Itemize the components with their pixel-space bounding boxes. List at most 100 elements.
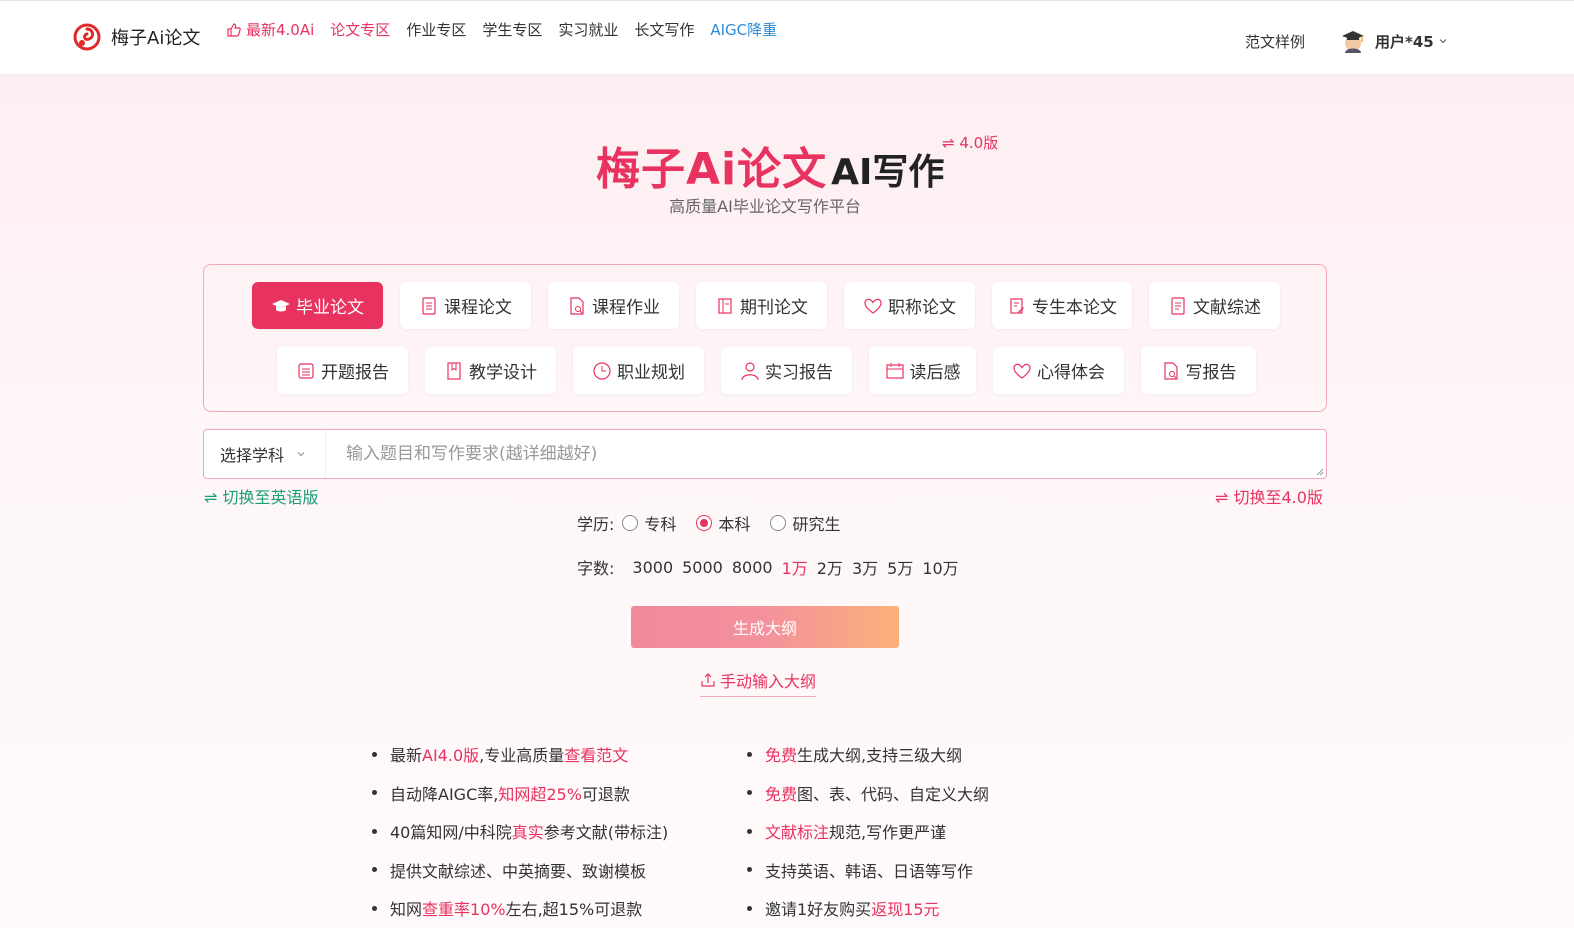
upload-icon bbox=[701, 673, 715, 687]
word-count-option[interactable]: 3000 bbox=[632, 558, 673, 577]
education-option-bachelor[interactable]: 本科 bbox=[696, 511, 750, 535]
feature-text: 可退款 bbox=[581, 784, 630, 804]
word-count-option[interactable]: 2万 bbox=[817, 555, 843, 579]
radio-button[interactable] bbox=[696, 515, 713, 531]
nav-item-internship[interactable]: 实习就业 bbox=[558, 19, 618, 40]
type-literature-review[interactable]: 文献综述 bbox=[1149, 282, 1280, 329]
manual-outline-link[interactable]: 手动输入大纲 bbox=[700, 668, 817, 697]
type-label: 专生本论文 bbox=[1032, 298, 1117, 318]
type-write-report[interactable]: 写报告 bbox=[1141, 347, 1256, 394]
nav-label: 作业专区 bbox=[406, 21, 467, 39]
radio-button[interactable] bbox=[770, 515, 787, 531]
writing-type-row: 开题报告 教学设计 职业规划 实习报告 读后感 心得体会 写报告 bbox=[277, 347, 1273, 394]
feature-highlight: AI4.0版 bbox=[422, 746, 480, 766]
topic-input[interactable] bbox=[326, 430, 1326, 478]
nav-item-paper-zone[interactable]: 论文专区 bbox=[330, 19, 390, 40]
type-career-planning[interactable]: 职业规划 bbox=[573, 347, 704, 394]
nav-item-homework-zone[interactable]: 作业专区 bbox=[406, 19, 466, 40]
feature-highlight: 查重率10% bbox=[422, 900, 506, 920]
type-experience-summary[interactable]: 心得体会 bbox=[993, 347, 1124, 394]
type-graduation-thesis[interactable]: 毕业论文 bbox=[252, 282, 383, 329]
type-label: 心得体会 bbox=[1037, 363, 1105, 383]
feature-item: 自动降AIGC率, 知网超25% 可退款 bbox=[372, 774, 668, 813]
feature-item: 邀请1好友购买 返现15元 bbox=[747, 889, 989, 928]
user-name[interactable]: 用户*45 bbox=[1375, 31, 1434, 52]
type-title-paper[interactable]: 职称论文 bbox=[844, 282, 975, 329]
chevron-down-icon[interactable] bbox=[1438, 36, 1448, 46]
view-samples-link[interactable]: 查看范文 bbox=[564, 742, 628, 766]
type-label: 教学设计 bbox=[469, 363, 537, 383]
word-count-group: 字数: 3000 5000 8000 1万 2万 3万 5万 10万 bbox=[577, 555, 968, 579]
type-reading-reflection[interactable]: 读后感 bbox=[869, 347, 976, 394]
generate-outline-button[interactable]: 生成大纲 bbox=[631, 606, 899, 648]
feature-highlight: 返现15元 bbox=[871, 900, 940, 920]
nav-item-student-zone[interactable]: 学生专区 bbox=[482, 19, 542, 40]
logo[interactable]: 梅子Ai论文 bbox=[73, 23, 200, 51]
word-count-option-selected[interactable]: 1万 bbox=[782, 555, 808, 579]
report-icon bbox=[298, 362, 314, 379]
sample-essays-link[interactable]: 范文样例 bbox=[1245, 31, 1305, 52]
bullet bbox=[747, 751, 752, 757]
type-proposal-report[interactable]: 开题报告 bbox=[277, 347, 408, 394]
file-search-icon bbox=[570, 296, 584, 315]
feature-text: ,专业高质量 bbox=[479, 746, 565, 766]
file-search-icon bbox=[1163, 361, 1178, 380]
feature-text: 规范,写作更严谨 bbox=[829, 823, 947, 843]
chevron-down-icon bbox=[297, 452, 305, 457]
switch-english-link[interactable]: ⇌ 切换至英语版 bbox=[204, 484, 319, 508]
nav-item-latest-4-0[interactable]: 最新4.0Ai bbox=[226, 19, 314, 40]
type-course-homework[interactable]: 课程作业 bbox=[548, 282, 679, 329]
type-internship-report[interactable]: 实习报告 bbox=[721, 347, 852, 394]
nav-item-aigc-reduce[interactable]: AIGC降重 bbox=[710, 19, 777, 40]
feature-highlight: 真实 bbox=[511, 823, 544, 843]
education-option-graduate[interactable]: 研究生 bbox=[770, 511, 840, 535]
writing-type-row: 毕业论文 课程论文 课程作业 期刊论文 职称论文 专生本论文 文献综述 bbox=[252, 282, 1297, 329]
bullet bbox=[372, 751, 377, 757]
word-count-option[interactable]: 5000 bbox=[682, 558, 723, 577]
subject-select[interactable]: 选择学科 bbox=[204, 430, 326, 478]
type-teaching-design[interactable]: 教学设计 bbox=[425, 347, 556, 394]
bullet bbox=[372, 867, 377, 873]
avatar[interactable] bbox=[1339, 27, 1367, 55]
word-count-option[interactable]: 3万 bbox=[852, 555, 878, 579]
journal-icon bbox=[718, 297, 732, 314]
radio-button[interactable] bbox=[622, 515, 639, 531]
feature-text: 左右,超15%可退款 bbox=[505, 900, 643, 920]
type-journal-paper[interactable]: 期刊论文 bbox=[696, 282, 827, 329]
bullet bbox=[747, 790, 752, 796]
main-content: 梅子Ai论文 AI写作 ⇌ 4.0版 高质量AI毕业论文写作平台 毕业论文 课程… bbox=[0, 75, 1574, 928]
nav-label: AIGC降重 bbox=[710, 21, 778, 39]
word-count-option[interactable]: 5万 bbox=[887, 555, 913, 579]
logo-text: 梅子Ai论文 bbox=[111, 28, 201, 49]
education-option-junior-college[interactable]: 专科 bbox=[622, 511, 676, 535]
type-label: 读后感 bbox=[909, 363, 961, 383]
radio-label: 专科 bbox=[644, 515, 677, 534]
type-label: 课程作业 bbox=[592, 298, 660, 318]
type-upgrade-paper[interactable]: 专生本论文 bbox=[992, 282, 1132, 329]
nav-item-long-writing[interactable]: 长文写作 bbox=[634, 19, 694, 40]
graduation-cap-icon bbox=[272, 299, 290, 311]
feature-text: 提供文献综述、中英摘要、致谢模板 bbox=[390, 861, 647, 881]
nav-label: 最新4.0Ai bbox=[246, 21, 315, 39]
word-count-label: 字数: bbox=[577, 559, 615, 578]
calendar-icon bbox=[885, 362, 904, 379]
feature-list-left: 最新 AI4.0版 ,专业高质量 查看范文 自动降AIGC率, 知网超25% 可退款 4… bbox=[372, 735, 668, 928]
feature-item: 知网 查重率10% 左右,超15%可退款 bbox=[372, 889, 668, 928]
switch-4-0-link[interactable]: ⇌ 切换至4.0版 bbox=[1215, 484, 1323, 508]
nav-label: 实习就业 bbox=[558, 21, 619, 39]
top-navigation-bar: 梅子Ai论文 最新4.0Ai 论文专区 作业专区 学生专区 实习就业 长文写作 … bbox=[0, 0, 1574, 75]
type-course-paper[interactable]: 课程论文 bbox=[400, 282, 531, 329]
version-tag[interactable]: ⇌ 4.0版 bbox=[942, 132, 998, 153]
word-count-option[interactable]: 8000 bbox=[732, 558, 773, 577]
education-level-group: 学历: 专科 本科 研究生 bbox=[577, 511, 860, 535]
bullet bbox=[747, 828, 752, 834]
resize-handle-icon[interactable] bbox=[1316, 468, 1324, 476]
feature-item: 最新 AI4.0版 ,专业高质量 查看范文 bbox=[372, 735, 668, 774]
feature-item: 免费 生成大纲,支持三级大纲 bbox=[747, 735, 989, 774]
feature-list-right: 免费 生成大纲,支持三级大纲 免费 图、表、代码、自定义大纲 文献标注 规范,写作更严… bbox=[747, 735, 989, 928]
type-label: 开题报告 bbox=[321, 363, 389, 383]
feature-item: 40篇知网/中科院 真实 参考文献(带标注) bbox=[372, 812, 668, 851]
feature-text: 最新 bbox=[390, 746, 423, 766]
feature-highlight: 免费 bbox=[765, 746, 798, 766]
word-count-option[interactable]: 10万 bbox=[922, 555, 958, 579]
